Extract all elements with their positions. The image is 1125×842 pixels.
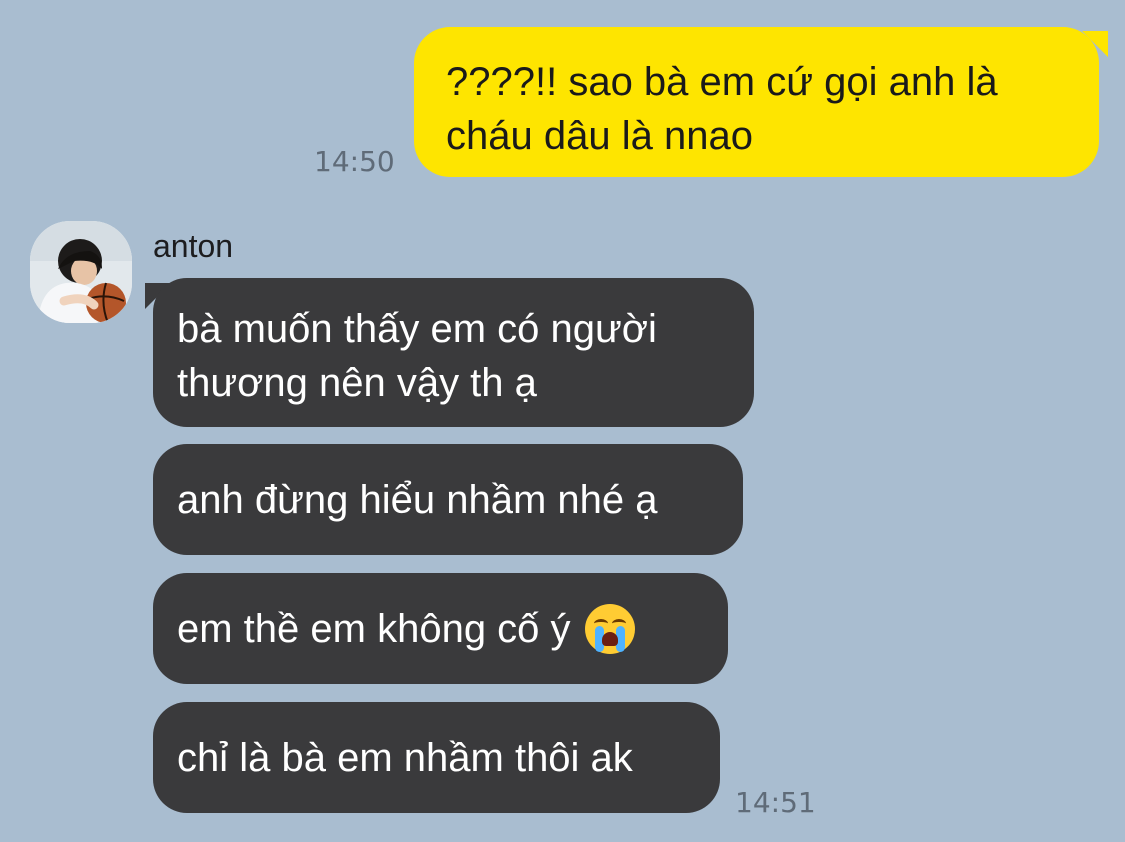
sender-name: anton xyxy=(153,228,234,264)
message-line: cháu dâu là nnao xyxy=(446,114,753,158)
avatar[interactable] xyxy=(30,221,132,323)
loudly-crying-face-icon xyxy=(584,603,635,654)
bubble-tail xyxy=(1082,31,1108,57)
message-line: thương nên vậy th ạ xyxy=(177,361,537,405)
message-timestamp: 14:51 xyxy=(735,786,816,819)
chat-area[interactable]: ????!! sao bà em cứ gọi anh là cháu dâu … xyxy=(0,0,1125,842)
incoming-message[interactable]: chỉ là bà em nhầm thôi ak xyxy=(153,702,720,813)
message-text: anh đừng hiểu nhầm nhé ạ xyxy=(177,477,658,522)
message-text: chỉ là bà em nhầm thôi ak xyxy=(177,735,633,780)
incoming-message[interactable]: em thề em không cố ý xyxy=(153,573,728,684)
message-timestamp: 14:50 xyxy=(314,145,395,178)
incoming-message[interactable]: anh đừng hiểu nhầm nhé ạ xyxy=(153,444,743,555)
profile-photo xyxy=(30,221,132,323)
incoming-message[interactable]: bà muốn thấy em có người thương nên vậy … xyxy=(153,278,754,427)
message-line: ????!! sao bà em cứ gọi anh là xyxy=(446,60,998,104)
message-line: bà muốn thấy em có người xyxy=(177,307,657,351)
message-text: em thề em không cố ý xyxy=(177,606,571,651)
outgoing-message[interactable]: ????!! sao bà em cứ gọi anh là cháu dâu … xyxy=(414,27,1099,177)
